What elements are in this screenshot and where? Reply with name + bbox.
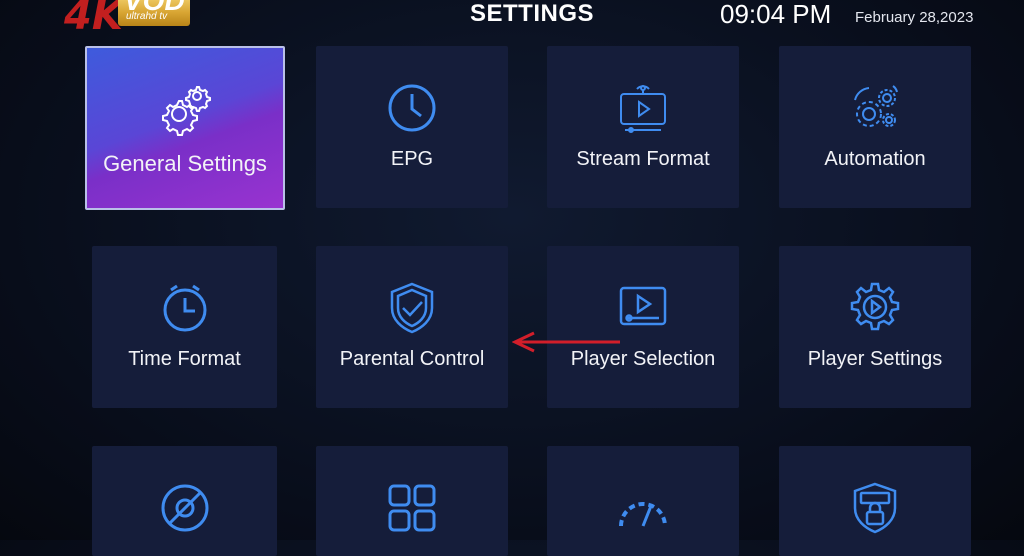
- tile-label: Player Settings: [807, 348, 943, 370]
- time-clock-icon: [157, 280, 213, 336]
- tile-time-format[interactable]: Time Format: [92, 246, 277, 408]
- player-settings-gear-icon: [847, 280, 903, 336]
- tile-stream-format[interactable]: Stream Format: [547, 46, 739, 208]
- tile-label: Parental Control: [339, 348, 485, 370]
- gear-cluster-icon: [157, 80, 213, 136]
- tile-label: EPG: [390, 148, 434, 170]
- clock-icon: [384, 80, 440, 136]
- automation-gears-icon: [847, 80, 903, 136]
- stream-monitor-icon: [615, 80, 671, 136]
- clock-date: February 28,2023: [855, 9, 974, 26]
- grid-apps-icon: [384, 480, 440, 536]
- tile-label: General Settings: [103, 151, 267, 176]
- speedometer-icon: [615, 480, 671, 536]
- tile-label: Stream Format: [576, 148, 710, 170]
- clock-time: 09:04 PM: [720, 0, 832, 29]
- player-screen-icon: [615, 280, 671, 336]
- annotation-arrow-icon: [512, 331, 620, 353]
- tile-label: Automation: [824, 148, 926, 170]
- tile-general-settings[interactable]: General Settings: [85, 46, 285, 210]
- tile-epg[interactable]: EPG: [316, 46, 508, 208]
- shield-check-icon: [384, 280, 440, 336]
- tile-label: Time Format: [128, 348, 241, 370]
- speaker-off-icon: [157, 480, 213, 536]
- tile-player-settings[interactable]: Player Settings: [779, 246, 971, 408]
- tile-parental-control[interactable]: Parental Control: [316, 246, 508, 408]
- tile-automation[interactable]: Automation: [779, 46, 971, 208]
- vpn-shield-icon: [847, 480, 903, 536]
- tile-player-selection[interactable]: Player Selection: [547, 246, 739, 408]
